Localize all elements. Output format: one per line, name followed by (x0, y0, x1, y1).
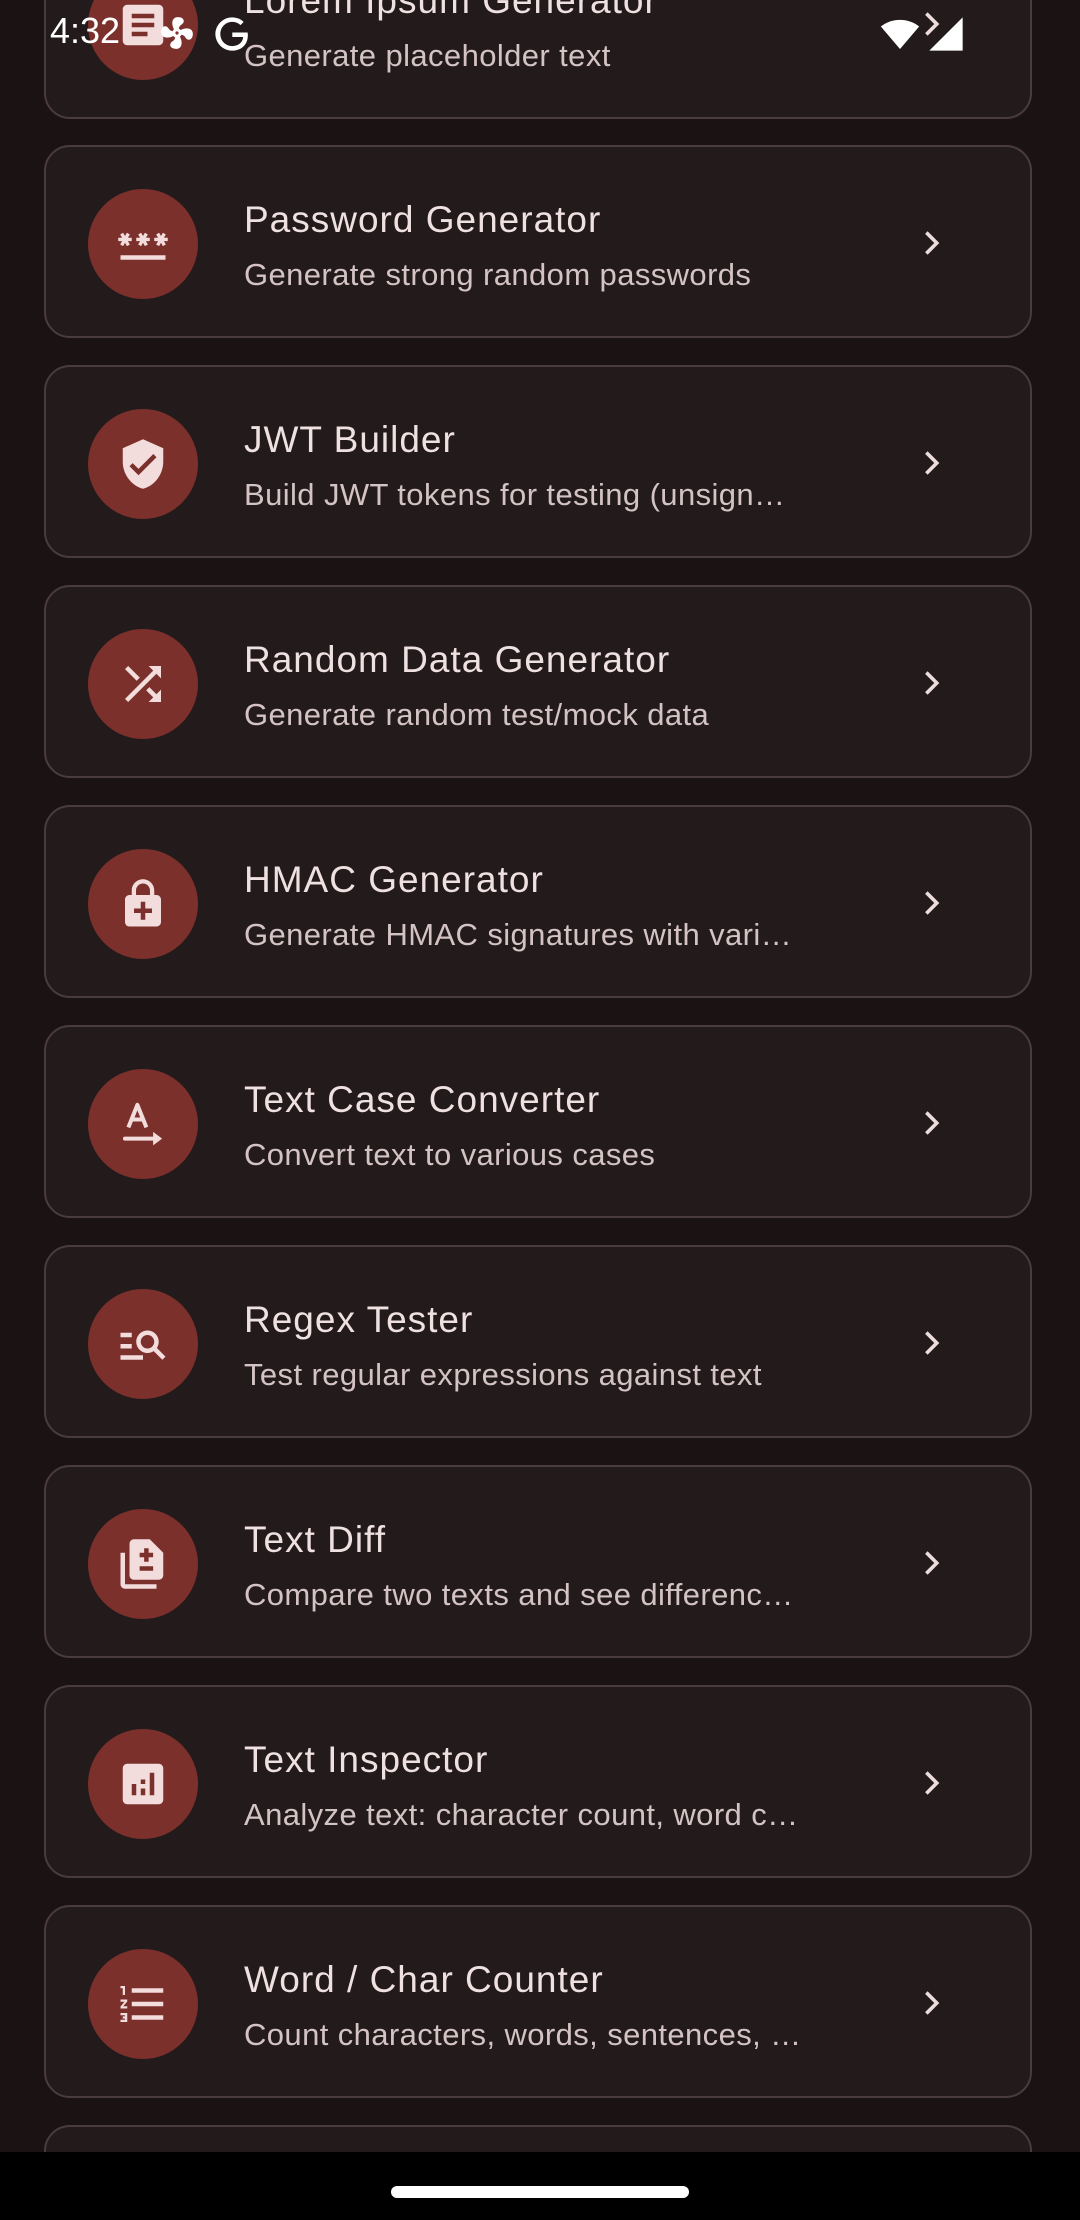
tool-subtitle: Build JWT tokens for testing (unsign… (244, 477, 786, 512)
tool-subtitle: Generate placeholder text (244, 38, 611, 73)
tool-title: Password Generator (244, 199, 602, 240)
verified-shield-icon (88, 409, 198, 519)
tool-card-jwt-builder[interactable]: JWT Builder Build JWT tokens for testing… (44, 365, 1032, 558)
chevron-right-icon (925, 451, 940, 475)
tool-title: Text Case Converter (244, 1079, 601, 1120)
tool-title: Regex Tester (244, 1299, 474, 1340)
tool-card-word-char-counter[interactable]: Word / Char Counter Count characters, wo… (44, 1905, 1032, 2098)
tool-subtitle: Count characters, words, sentences, … (244, 2017, 802, 2052)
tool-title: JWT Builder (244, 419, 456, 460)
tool-title: Lorem Ipsum Generator (244, 0, 658, 21)
manage-search-icon (88, 1289, 198, 1399)
chevron-right-icon (925, 891, 940, 915)
enhanced-encryption-icon (88, 849, 198, 959)
tool-card-text-case-converter[interactable]: Text Case Converter Convert text to vari… (44, 1025, 1032, 1218)
chevron-right-icon (925, 1991, 940, 2015)
home-gesture-handle[interactable] (391, 2186, 689, 2198)
difference-icon (88, 1509, 198, 1619)
password-icon (88, 189, 198, 299)
tool-subtitle: Convert text to various cases (244, 1137, 656, 1172)
tool-subtitle: Generate strong random passwords (244, 257, 752, 292)
text-rotation-icon (88, 1069, 198, 1179)
tool-card-password-generator[interactable]: Password Generator Generate strong rando… (44, 145, 1032, 338)
tool-subtitle: Analyze text: character count, word c… (244, 1797, 799, 1832)
tool-card-text-diff[interactable]: Text Diff Compare two texts and see diff… (44, 1465, 1032, 1658)
chevron-right-icon (925, 1331, 940, 1355)
tool-card-partial[interactable] (44, 2125, 1032, 2152)
tool-subtitle: Generate random test/mock data (244, 697, 710, 732)
tool-subtitle: Generate HMAC signatures with vari… (244, 917, 793, 952)
tool-subtitle: Compare two texts and see differenc… (244, 1577, 794, 1612)
tool-card-hmac-generator[interactable]: HMAC Generator Generate HMAC signatures … (44, 805, 1032, 998)
tool-title: Text Diff (244, 1519, 386, 1560)
chevron-right-icon (925, 231, 940, 255)
tool-subtitle: Test regular expressions against text (244, 1357, 762, 1392)
tool-title: Random Data Generator (244, 639, 671, 680)
tool-card-random-data-generator[interactable]: Random Data Generator Generate random te… (44, 585, 1032, 778)
chevron-right-icon (925, 12, 940, 36)
chevron-right-icon (925, 1771, 940, 1795)
analytics-icon (88, 1729, 198, 1839)
tool-title: HMAC Generator (244, 859, 544, 900)
tool-title: Word / Char Counter (244, 1959, 604, 2000)
tool-title: Text Inspector (244, 1739, 489, 1780)
tool-card-text-inspector[interactable]: Text Inspector Analyze text: character c… (44, 1685, 1032, 1878)
tool-card-lorem-ipsum-generator[interactable]: Lorem Ipsum Generator Generate placehold… (44, 0, 1032, 119)
tool-card-regex-tester[interactable]: Regex Tester Test regular expressions ag… (44, 1245, 1032, 1438)
chevron-right-icon (925, 1551, 940, 1575)
tools-list: Lorem Ipsum Generator Generate placehold… (0, 0, 1080, 2152)
chevron-right-icon (925, 671, 940, 695)
navigation-bar (0, 2152, 1080, 2220)
shuffle-icon (88, 629, 198, 739)
article-icon (88, 0, 198, 80)
format-list-numbered-icon (88, 1949, 198, 2059)
chevron-right-icon (925, 1111, 940, 1135)
